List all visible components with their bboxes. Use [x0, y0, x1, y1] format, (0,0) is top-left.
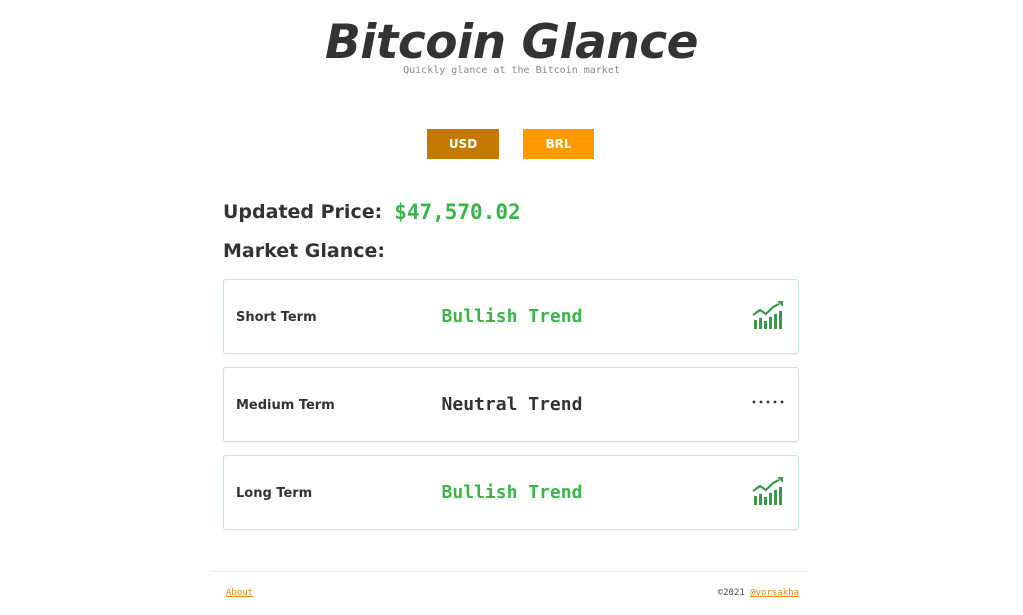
brl-button[interactable]: BRL [523, 129, 594, 159]
author-link[interactable]: @vorsakha [750, 588, 799, 598]
short-term-card: Short Term Bullish Trend [223, 279, 799, 354]
copyright-text: ©2021 [717, 588, 745, 598]
market-glance-heading: Market Glance: [223, 240, 386, 262]
long-term-card: Long Term Bullish Trend [223, 455, 799, 530]
trend-text: Bullish Trend [441, 306, 583, 327]
medium-term-card: Medium Term Neutral Trend [223, 367, 799, 442]
trending-up-chart-icon [752, 301, 784, 331]
price-row: Updated Price: $47,570.02 [223, 197, 521, 227]
dotted-line-icon [752, 389, 784, 419]
trending-up-chart-icon [752, 477, 784, 507]
about-link[interactable]: About [226, 588, 253, 598]
price-value: $47,570.02 [394, 200, 521, 224]
footer-divider [211, 571, 809, 572]
copyright: ©2021 @vorsakha [718, 588, 799, 598]
trend-text: Neutral Trend [441, 394, 583, 415]
app-title: Bitcoin Glance [324, 15, 699, 70]
app-subtitle: Quickly glance at the Bitcoin market [403, 65, 620, 76]
trend-text: Bullish Trend [441, 482, 583, 503]
usd-button[interactable]: USD [427, 129, 499, 159]
price-label: Updated Price: [223, 201, 383, 223]
